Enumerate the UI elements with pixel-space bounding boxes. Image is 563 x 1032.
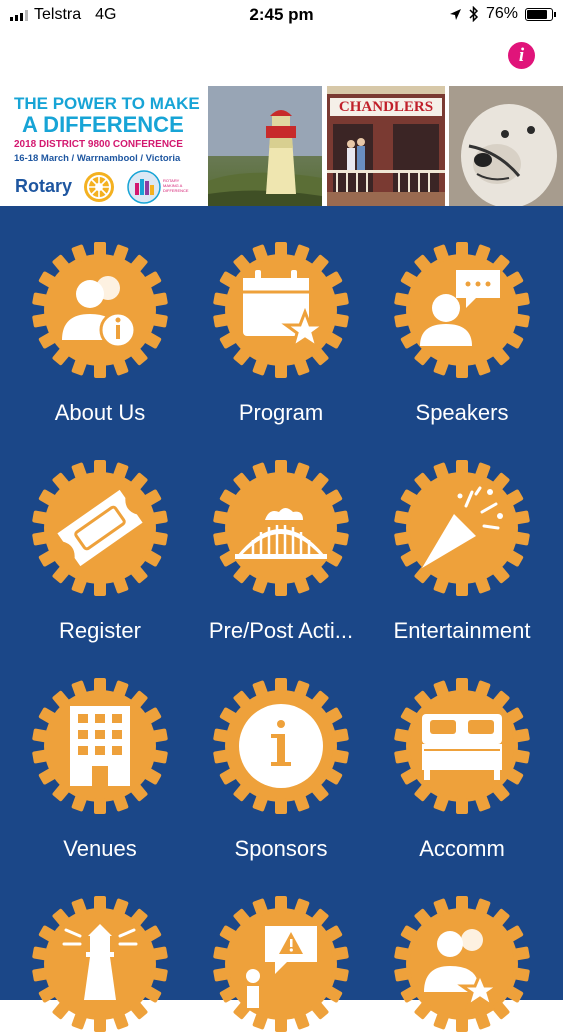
gear-badge <box>394 460 530 596</box>
rotary-wordmark: Rotary <box>15 176 73 196</box>
battery-percent: 76% <box>485 5 518 22</box>
menu-label: Speakers <box>415 400 509 425</box>
status-bar: Telstra 4G 2:45 pm 76% <box>0 0 563 30</box>
menu-label: About Us <box>54 400 146 425</box>
conference-banner: THE POWER TO MAKE A DIFFERENCE 2018 DIST… <box>0 86 563 206</box>
info-button[interactable]: i <box>508 42 535 69</box>
banner-conference: 2018 DISTRICT 9800 CONFERENCE <box>14 139 183 150</box>
banner-headline-1: THE POWER TO MAKE <box>14 94 200 113</box>
chandlers-sign: CHANDLERS <box>330 98 442 116</box>
gear-badge <box>32 896 168 1032</box>
banner-text-panel: THE POWER TO MAKE A DIFFERENCE 2018 DIST… <box>0 86 208 206</box>
gear-badge <box>32 242 168 378</box>
banner-dates: 16-18 March / Warrnambool / Victoria <box>14 153 181 164</box>
rotary-district-logo: ROTARY MAKING A DIFFERENCE <box>127 170 189 204</box>
menu-label: Venues <box>63 836 137 861</box>
rotary-wheel-logo <box>84 172 114 202</box>
menu-label: Program <box>238 400 324 425</box>
gear-badge <box>394 242 530 378</box>
banner-headline-2: A DIFFERENCE <box>22 112 184 137</box>
gear-badge <box>394 896 530 1032</box>
info-circle-icon <box>239 704 323 788</box>
gear-badge <box>213 896 349 1032</box>
dog-photo <box>449 86 563 206</box>
building-icon <box>70 706 130 786</box>
gear-badge <box>394 678 530 814</box>
chandlers-photo: CHANDLERS <box>327 86 445 206</box>
rotary-logo-caption: ROTARY MAKING A DIFFERENCE <box>163 178 189 193</box>
menu-label: Pre/Post Acti... <box>208 618 354 643</box>
menu-grid: About Us Program Speakers Register Pre/P… <box>0 206 563 1032</box>
menu-label: Register <box>59 618 141 643</box>
gear-badge <box>213 242 349 378</box>
menu-label: Sponsors <box>234 836 328 861</box>
battery-icon <box>525 7 556 21</box>
gear-badge <box>213 460 349 596</box>
menu-label: Accomm <box>419 836 505 861</box>
gear-badge <box>32 678 168 814</box>
menu-label: Entertainment <box>393 618 531 643</box>
location-arrow-icon <box>449 8 461 20</box>
lighthouse-photo <box>208 86 322 206</box>
status-right: 76% <box>449 5 556 23</box>
gear-badge <box>32 460 168 596</box>
bluetooth-icon <box>469 6 479 22</box>
gear-badge <box>213 678 349 814</box>
